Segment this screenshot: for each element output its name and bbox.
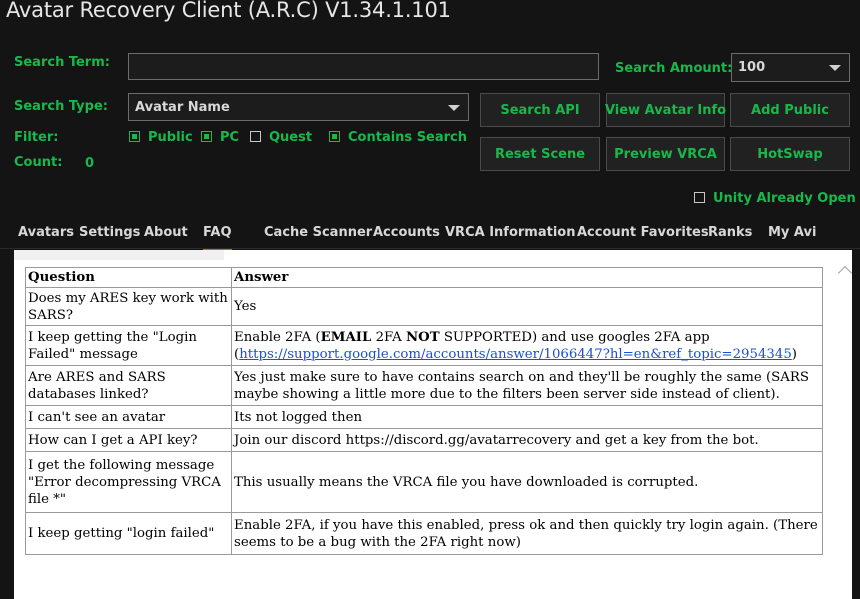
search-term-label: Search Term: [14,55,110,70]
not-emphasis: NOT [405,329,440,345]
tab-ranks[interactable]: Ranks [708,225,752,240]
tab-account-favorites[interactable]: Account Favorites [577,225,709,240]
pc-checkbox[interactable] [201,131,212,142]
count-value: 0 [85,156,95,171]
view-avatar-info-button[interactable]: View Avatar Info [605,93,726,127]
search-type-select[interactable]: Avatar Name [128,93,469,121]
tab-avatars[interactable]: Avatars [18,225,74,240]
count-label: Count: [14,155,63,170]
table-row: I can't see an avatar Its not logged the… [25,405,823,429]
search-type-label: Search Type: [14,99,108,114]
scroll-up-icon[interactable] [837,265,853,281]
vertical-scrollbar[interactable] [837,262,853,599]
answer-cell: Join our discord https://discord.gg/avat… [231,428,823,452]
pc-label: PC [220,130,240,145]
quest-checkbox[interactable] [250,131,261,142]
question-cell: How can I get a API key? [25,428,232,452]
search-amount-select[interactable]: 100 [731,53,850,82]
search-amount-label: Search Amount: [615,61,733,76]
question-cell: Are ARES and SARS databases linked? [25,365,232,406]
table-row: Does my ARES key work with SARS? Yes [25,287,823,326]
question-cell: Does my ARES key work with SARS? [25,287,232,326]
tab-cache-scanner[interactable]: Cache Scanner [264,225,372,240]
filter-label: Filter: [14,130,59,145]
quest-label: Quest [269,130,313,145]
preview-vrca-button[interactable]: Preview VRCA [606,137,725,171]
tab-divider [0,248,860,249]
answer-cell: Yes [231,287,823,326]
answer-cell: This usually means the VRCA file you hav… [231,451,823,513]
question-header: Question [25,267,232,288]
tab-vrca-information[interactable]: VRCA Information [445,225,575,240]
public-label: Public [148,130,193,145]
window-title: Avatar Recovery Client (A.R.C) V1.34.1.1… [6,0,451,22]
table-row: I get the following message "Error decom… [25,451,823,513]
chevron-down-icon [829,65,841,71]
tab-bar: Avatars Settings About FAQ Cache Scanner… [0,218,860,250]
public-checkbox[interactable] [129,131,140,142]
contains-search-label: Contains Search [348,130,468,145]
add-public-button[interactable]: Add Public [730,93,850,127]
chevron-down-icon [448,105,460,111]
search-term-input[interactable] [128,53,599,80]
tab-settings[interactable]: Settings [79,225,140,240]
table-row: I keep getting the "Login Failed" messag… [25,325,823,366]
table-row: How can I get a API key? Join our discor… [25,428,823,452]
answer-cell: Enable 2FA (EMAIL 2FA NOT SUPPORTED) and… [231,325,823,366]
reset-scene-button[interactable]: Reset Scene [480,137,600,171]
unity-already-open-checkbox[interactable] [694,192,705,203]
search-api-button[interactable]: Search API [480,93,600,127]
search-amount-value: 100 [738,60,766,75]
tab-accounts[interactable]: Accounts [373,225,440,240]
table-header-row: Question Answer [25,267,823,288]
tab-faq[interactable]: FAQ [203,225,232,250]
tab-about[interactable]: About [144,225,188,240]
table-row: Are ARES and SARS databases linked? Yes … [25,365,823,406]
hotswap-button[interactable]: HotSwap [730,137,850,171]
tab-my-avi[interactable]: My Avi [768,225,816,240]
question-cell: I can't see an avatar [25,405,232,429]
question-cell: I keep getting the "Login Failed" messag… [25,325,232,366]
unity-already-open-label: Unity Already Open [713,191,856,206]
question-cell: I get the following message "Error decom… [25,451,232,513]
google-support-link[interactable]: https://support.google.com/accounts/answ… [239,347,792,362]
search-type-value: Avatar Name [135,100,230,115]
answer-cell: Its not logged then [231,405,823,429]
email-emphasis: EMAIL [320,329,372,345]
answer-cell: Yes just make sure to have contains sear… [231,365,823,406]
table-row: I keep getting "login failed" Enable 2FA… [25,512,823,555]
horizontal-strip [14,250,224,260]
faq-table: Question Answer Does my ARES key work wi… [25,267,823,555]
contains-search-checkbox[interactable] [329,131,340,142]
answer-header: Answer [231,267,823,288]
question-cell: I keep getting "login failed" [25,512,232,555]
answer-cell: Enable 2FA, if you have this enabled, pr… [231,512,823,555]
